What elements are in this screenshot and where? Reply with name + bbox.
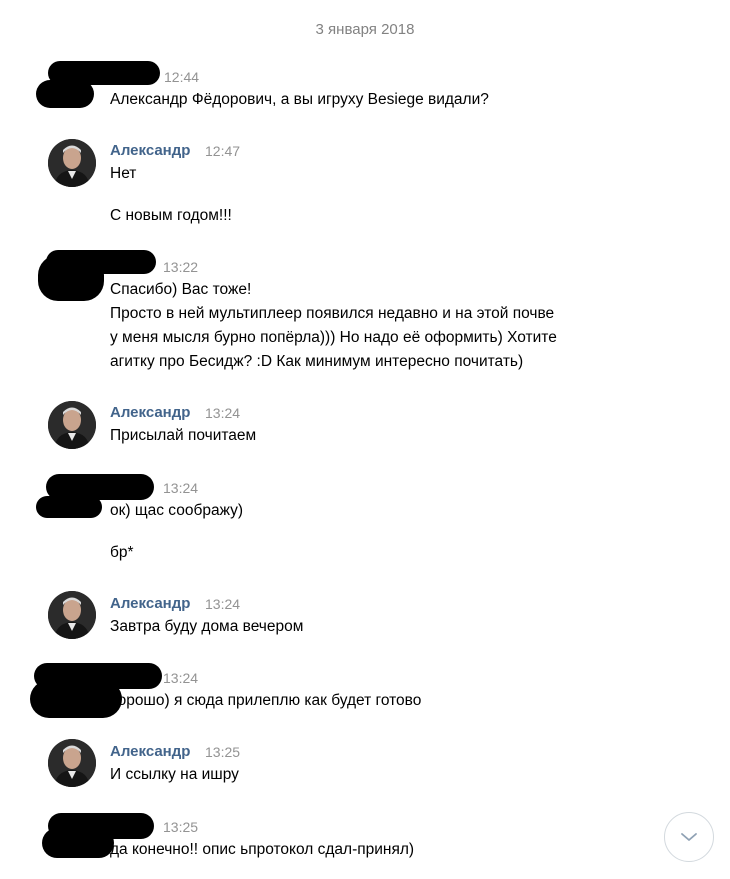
message-text: ок) щас соображу) [110,502,244,519]
chevron-down-icon [681,833,697,841]
message-text: Александр Фёдорович, а вы игруху Besiege… [110,91,489,108]
message-text: у меня мысля бурно попёрла))) Но надо её… [110,329,557,346]
user-photo-icon [48,591,96,639]
redacted-name [46,474,154,500]
message-time: 13:24 [163,480,199,496]
message-text: да конечно!! опис ьпротокол сдал-принял) [110,841,415,858]
avatar[interactable] [48,139,96,187]
message-text: Завтра буду дома вечером [110,618,304,635]
message-text: Нет [110,165,137,182]
avatar[interactable] [48,591,96,639]
message-text: Присылай почитаем [110,427,257,444]
message-text: Спасибо) Вас тоже! [110,281,252,298]
message-time: 13:24 [205,596,241,612]
date-separator: 3 января 2018 [315,21,415,38]
message-time: 12:47 [205,143,241,159]
redacted-name [34,663,162,689]
message-text: Просто в ней мультиплеер появился недавн… [110,305,555,322]
message-time: 13:25 [205,744,241,760]
message-time: 12:44 [164,69,200,85]
message-text: С новым годом!!! [110,207,232,224]
user-photo-icon [48,401,96,449]
sender-name[interactable]: Александр [110,743,190,760]
sender-name[interactable]: Александр [110,404,190,421]
avatar[interactable] [48,401,96,449]
message-time: 13:24 [163,670,199,686]
user-photo-icon [48,139,96,187]
message-text: агитку про Бесидж? :D Как минимум интере… [110,353,524,370]
sender-name[interactable]: Александр [110,142,190,159]
redacted-name [48,61,160,85]
message-text: бр* [110,544,134,561]
message-text: хорошо) я сюда прилеплю как будет готово [110,692,422,709]
redacted-name [46,250,156,274]
message-text: И ссылку на ишру [110,766,239,783]
message-time: 13:25 [163,819,199,835]
avatar[interactable] [48,739,96,787]
redacted-name [48,813,154,839]
scroll-down-button[interactable] [664,812,714,862]
sender-name[interactable]: Александр [110,595,190,612]
message-time: 13:24 [205,405,241,421]
message-time: 13:22 [163,259,199,275]
user-photo-icon [48,739,96,787]
